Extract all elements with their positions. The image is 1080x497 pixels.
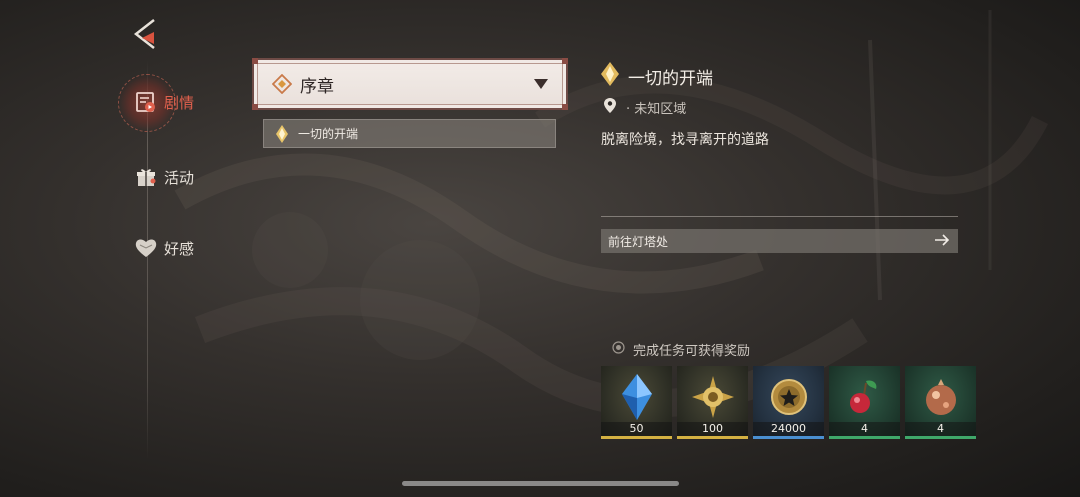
red-berry-icon [829, 372, 900, 422]
quest-crystal-icon [600, 62, 620, 91]
reward-item[interactable]: 4 [829, 366, 900, 439]
quest-description: 脱离险境，找寻离开的道路 [601, 132, 769, 148]
reward-item[interactable]: 24000 [753, 366, 824, 439]
quest-crystal-icon [274, 124, 290, 143]
quest-list-item-label: 一切的开端 [298, 127, 359, 141]
chapter-dropdown[interactable]: 序章 [252, 58, 568, 110]
rewards-header: 完成任务可获得奖励 [612, 340, 750, 359]
blue-crystal-icon [601, 372, 672, 422]
goto-button-label: 前往灯塔处 [608, 234, 669, 249]
detail-divider [601, 216, 958, 217]
location-pin-icon [604, 98, 616, 117]
reward-count: 4 [905, 422, 976, 436]
reward-count: 50 [601, 422, 672, 436]
reward-item[interactable]: 4 [905, 366, 976, 439]
rewards-title: 完成任务可获得奖励 [633, 344, 751, 359]
rarity-bar [905, 436, 976, 439]
quest-list-item[interactable]: 一切的开端 [263, 119, 556, 148]
arrow-right-icon [934, 233, 950, 250]
rewards-list: 50 100 24000 4 4 [601, 366, 976, 439]
corner-ornament [252, 58, 258, 64]
gold-coin-icon [753, 372, 824, 422]
reward-count: 100 [677, 422, 748, 436]
home-indicator[interactable] [402, 481, 679, 486]
copper-orb-icon [905, 372, 976, 422]
story-icon [134, 90, 158, 114]
rarity-bar [753, 436, 824, 439]
quest-title: 一切的开端 [628, 69, 713, 89]
sidebar-item-label: 活动 [164, 168, 195, 187]
gift-icon [134, 165, 158, 189]
heart-icon [134, 236, 158, 260]
goto-lighthouse-button[interactable]: 前往灯塔处 [601, 229, 958, 253]
sidebar-item-story[interactable]: 剧情 [134, 90, 194, 114]
rarity-bar [829, 436, 900, 439]
rarity-bar [677, 436, 748, 439]
reward-count: 4 [829, 422, 900, 436]
sidebar-item-label: 好感 [164, 239, 195, 258]
corner-ornament [252, 104, 258, 110]
quest-detail-header: 一切的开端 [600, 62, 713, 91]
back-arrow-icon [133, 19, 155, 49]
sidebar-item-label: 剧情 [164, 93, 195, 112]
target-icon [612, 341, 625, 358]
back-button[interactable] [128, 16, 164, 52]
reward-count: 24000 [753, 422, 824, 436]
sidebar-item-affinity[interactable]: 好感 [134, 236, 194, 260]
sidebar-item-activity[interactable]: 活动 [134, 165, 194, 189]
corner-ornament [562, 104, 568, 110]
gold-star-orb-icon [677, 372, 748, 422]
reward-item[interactable]: 100 [677, 366, 748, 439]
corner-ornament [562, 58, 568, 64]
rarity-bar [601, 436, 672, 439]
chapter-diamond-icon [272, 74, 292, 94]
quest-location: · 未知区域 [604, 98, 686, 117]
dropdown-arrow-icon [534, 79, 548, 89]
reward-item[interactable]: 50 [601, 366, 672, 439]
location-label: · 未知区域 [626, 102, 687, 117]
chapter-selected-label: 序章 [300, 76, 334, 97]
